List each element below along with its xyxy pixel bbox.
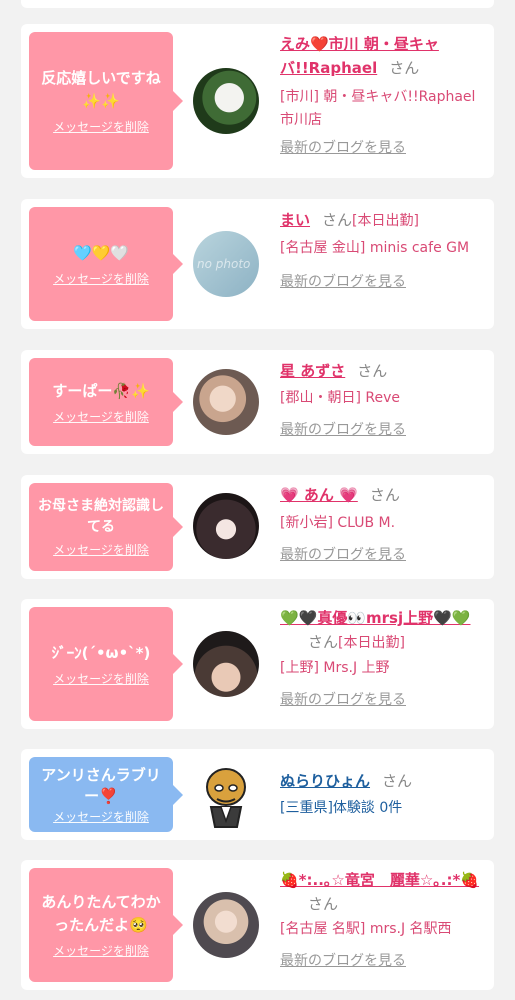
message-text: アンリさんラブリー❣️ <box>41 765 161 805</box>
avatar[interactable] <box>193 631 259 697</box>
profile-name-link[interactable]: まい <box>280 211 310 229</box>
honorific: さん <box>308 633 339 651</box>
honorific: さん <box>389 59 420 77</box>
message-card: あんりたんてわかったんだよ🥺 メッセージを削除 🍓*:..｡☆竜宮 麗華☆｡.:… <box>21 860 494 990</box>
message-card: お母さま絶対認識してる メッセージを削除 💗 あん 💗 さん [新小岩] CLUB… <box>21 475 494 579</box>
message-card: 反応嬉しいですね✨✨ メッセージを削除 えみ❤️市川 朝・昼キャバ!!Rapha… <box>21 24 494 178</box>
message-text: 🩵💛🤍 <box>72 243 130 262</box>
latest-blog-link[interactable]: 最新のブログを見る <box>280 951 484 971</box>
avatar[interactable]: no photo <box>193 231 259 297</box>
no-photo-label: no photo <box>197 257 251 271</box>
message-bubble: すーぱー🥀✨ メッセージを削除 <box>29 358 183 446</box>
latest-blog-link[interactable]: 最新のブログを見る <box>280 690 484 710</box>
profile-info: 🍓*:..｡☆竜宮 麗華☆｡.:*🍓 さん [名古屋 名駅] mrs.J 名駅西… <box>280 868 484 971</box>
delete-message-link[interactable]: メッセージを削除 <box>53 409 149 425</box>
honorific: さん <box>322 211 353 229</box>
avatar[interactable] <box>193 493 259 559</box>
avatar[interactable] <box>193 763 259 829</box>
honorific: さん <box>382 772 413 790</box>
message-card: アンリさんラブリー❣️ メッセージを削除 ぬらりひょん さん [三重県]体験談 0… <box>21 749 494 840</box>
profile-info: 💗 あん 💗 さん [新小岩] CLUB M. 最新のブログを見る <box>280 483 484 565</box>
avatar[interactable] <box>193 68 259 134</box>
profile-name-link[interactable]: 💗 あん 💗 <box>280 486 358 504</box>
user-info[interactable]: [三重県]体験談 0件 <box>280 797 484 820</box>
cartoon-face-icon <box>206 768 246 828</box>
profile-info: 💚🖤真優👀mrsj上野🖤💚 さん[本日出勤] [上野] Mrs.J 上野 最新の… <box>280 606 484 710</box>
delete-message-link[interactable]: メッセージを削除 <box>53 671 149 687</box>
message-bubble: アンリさんラブリー❣️ メッセージを削除 <box>29 757 183 832</box>
profile-info: まい さん[本日出勤] [名古屋 金山] minis cafe GM 最新のブログ… <box>280 208 484 292</box>
avatar[interactable] <box>193 892 259 958</box>
profile-name-link[interactable]: 星 あずさ <box>280 362 345 380</box>
message-bubble: お母さま絶対認識してる メッセージを削除 <box>29 483 183 571</box>
message-card: ｼﾞｰﾝ(´•ω•`*) メッセージを削除 💚🖤真優👀mrsj上野🖤💚 さん[本… <box>21 599 494 729</box>
shop-location[interactable]: [上野] Mrs.J 上野 <box>280 657 484 680</box>
profile-info: 星 あずさ さん [郡山・朝日] Reve 最新のブログを見る <box>280 359 484 440</box>
shop-location[interactable]: [郡山・朝日] Reve <box>280 387 484 410</box>
delete-message-link[interactable]: メッセージを削除 <box>53 809 149 825</box>
message-bubble: ｼﾞｰﾝ(´•ω•`*) メッセージを削除 <box>29 607 183 721</box>
delete-message-link[interactable]: メッセージを削除 <box>53 943 149 959</box>
profile-info: ぬらりひょん さん [三重県]体験談 0件 <box>280 769 484 820</box>
work-status: [本日出勤] <box>338 635 405 651</box>
work-status: [本日出勤] <box>352 213 419 229</box>
profile-name-link[interactable]: ぬらりひょん <box>280 772 370 790</box>
profile-info: えみ❤️市川 朝・昼キャバ!!Raphael さん [市川] 朝・昼キャバ!!Ra… <box>280 32 484 158</box>
shop-location[interactable]: [市川] 朝・昼キャバ!!Raphael 市川店 <box>280 86 484 132</box>
honorific: さん <box>369 486 400 504</box>
latest-blog-link[interactable]: 最新のブログを見る <box>280 545 484 565</box>
latest-blog-link[interactable]: 最新のブログを見る <box>280 138 484 158</box>
message-card: 🩵💛🤍 メッセージを削除 no photo まい さん[本日出勤] [名古屋 金山… <box>21 199 494 329</box>
latest-blog-link[interactable]: 最新のブログを見る <box>280 272 484 292</box>
message-bubble: 反応嬉しいですね✨✨ メッセージを削除 <box>29 32 183 170</box>
message-text: すーぱー🥀✨ <box>52 381 150 400</box>
latest-blog-link[interactable]: 最新のブログを見る <box>280 420 484 440</box>
delete-message-link[interactable]: メッセージを削除 <box>53 119 149 135</box>
message-bubble: あんりたんてわかったんだよ🥺 メッセージを削除 <box>29 868 183 982</box>
message-text: ｼﾞｰﾝ(´•ω•`*) <box>51 643 151 662</box>
shop-location[interactable]: [名古屋 名駅] mrs.J 名駅西 <box>280 918 484 941</box>
shop-location[interactable]: [名古屋 金山] minis cafe GM <box>280 237 484 260</box>
previous-card-edge <box>21 0 494 8</box>
message-text: あんりたんてわかったんだよ🥺 <box>41 893 161 934</box>
profile-name-link[interactable]: 🍓*:..｡☆竜宮 麗華☆｡.:*🍓 <box>280 868 485 892</box>
honorific: さん <box>357 362 388 380</box>
shop-location[interactable]: [新小岩] CLUB M. <box>280 512 484 535</box>
delete-message-link[interactable]: メッセージを削除 <box>53 542 149 558</box>
avatar[interactable] <box>193 369 259 435</box>
message-bubble: 🩵💛🤍 メッセージを削除 <box>29 207 183 321</box>
delete-message-link[interactable]: メッセージを削除 <box>53 271 149 287</box>
message-text: 反応嬉しいですね✨✨ <box>41 69 161 110</box>
message-card: すーぱー🥀✨ メッセージを削除 星 あずさ さん [郡山・朝日] Reve 最新の… <box>21 350 494 454</box>
message-text: お母さま絶対認識してる <box>38 498 164 535</box>
profile-name-link[interactable]: 💚🖤真優👀mrsj上野🖤💚 <box>280 606 480 630</box>
honorific: さん <box>308 895 339 913</box>
